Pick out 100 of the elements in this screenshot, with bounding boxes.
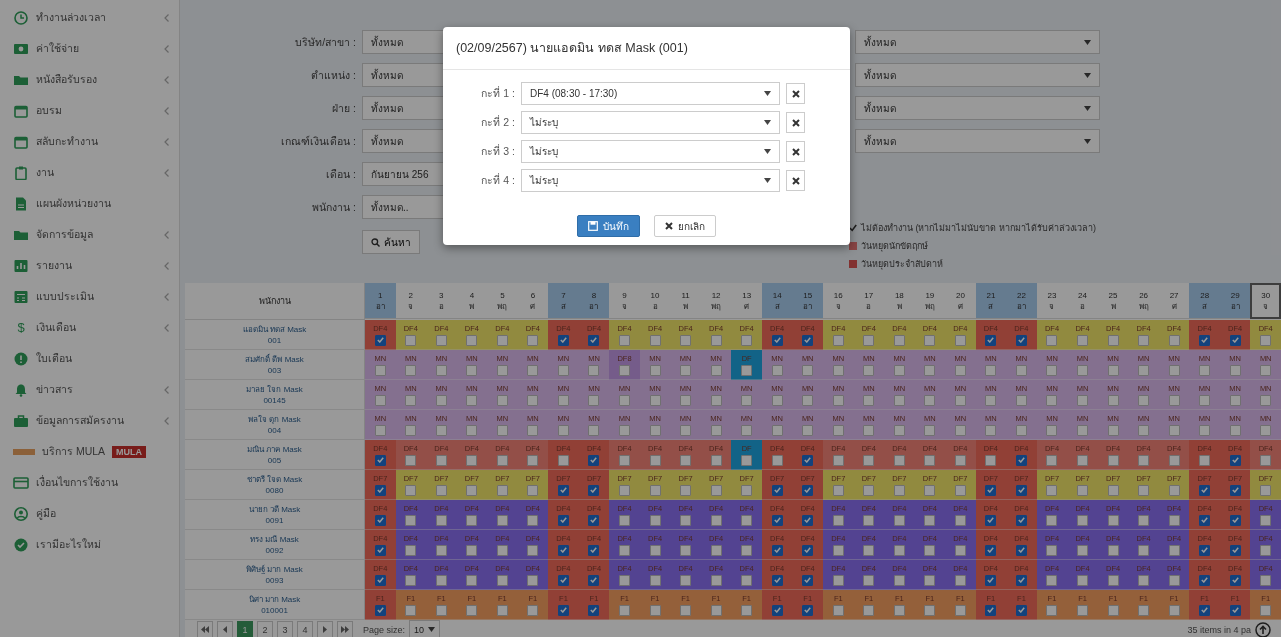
weekday-label: พ [1110, 300, 1116, 312]
employee-id: 010001 [261, 604, 288, 616]
weekday-label: พฤ [497, 300, 508, 312]
weekday-label: อ [652, 300, 658, 312]
day-number: 9 [622, 289, 627, 301]
menu-label: ค่าใช้จ่าย [36, 41, 79, 56]
day-number: 14 [772, 289, 782, 301]
menu-label: บริการ MULA [42, 444, 106, 459]
weekday-label: พ [469, 300, 475, 312]
menu-label: สลับกะทำงาน [36, 134, 98, 149]
weekday-label: ส [1202, 300, 1208, 312]
employee-id: 0092 [265, 544, 284, 556]
weekday-label: ศ [744, 300, 750, 312]
weekday-label: จ [622, 300, 628, 312]
day-number: 4 [469, 289, 475, 301]
menu-label: เรามีอะไรใหม่ [36, 537, 101, 552]
employee-id: 00145 [263, 394, 286, 406]
day-number: 19 [925, 289, 935, 301]
day-number: 27 [1169, 289, 1179, 301]
weekday-label: ส [988, 300, 994, 312]
weekday-label: อ [1080, 300, 1086, 312]
employee-name: พิศิษฐ์ มาก Mask [246, 563, 303, 575]
employee-name: พลใจ ดุก Mask [248, 413, 301, 425]
day-number: 23 [1047, 289, 1057, 301]
filter-label: พนักงาน : [311, 199, 356, 215]
menu-badge: MULA [112, 445, 147, 458]
employee-id: 0091 [265, 514, 284, 526]
employee-name: นิศา มาก Mask [248, 593, 301, 605]
day-number: 12 [711, 289, 721, 301]
menu-label: รายงาน [36, 258, 72, 273]
day-number: 29 [1230, 289, 1240, 301]
employee-name: ทรง มณี Mask [250, 533, 299, 545]
page-size-label: Page size: [363, 624, 406, 635]
weekday-label: จ [1263, 301, 1269, 312]
weekday-label: พ [683, 300, 689, 312]
day-number: 8 [591, 289, 597, 301]
menu-label: ทำงานล่วงเวลา [36, 10, 106, 25]
shift-label: กะที่ 4 : [480, 172, 515, 188]
menu-label: ใบเตือน [36, 351, 72, 366]
day-number: 25 [1108, 289, 1118, 301]
day-number: 10 [650, 289, 660, 301]
day-number: 11 [681, 289, 690, 301]
pager-summary: 35 items in 4 pa [1187, 624, 1251, 635]
weekday-label: พ [896, 300, 902, 312]
filter-label: เดือน : [325, 166, 356, 182]
weekday-label: ส [774, 300, 780, 312]
employee-name: มาลย ใจก Mask [246, 383, 303, 395]
shift-label: กะที่ 2 : [480, 114, 515, 130]
weekday-label: พฤ [924, 300, 935, 312]
day-number: 6 [530, 289, 536, 301]
employee-id: 0080 [265, 484, 284, 496]
weekday-label: จ [835, 300, 841, 312]
menu-label: หนังสือรับรอง [36, 72, 97, 87]
legend-text: ไม่ต้องทำงาน (หากไม่มาไม่นับขาด หากมาได้รับค่าล่วงเวลา) [861, 222, 1096, 235]
menu-label: แผนผังหน่วยงาน [36, 196, 111, 211]
employee-id: 0093 [265, 574, 284, 586]
day-number: 3 [439, 289, 444, 301]
employee-id: 001 [267, 334, 282, 346]
day-number: 26 [1139, 289, 1149, 301]
menu-label: เงินเดือน [36, 320, 76, 335]
weekday-label: พฤ [1138, 300, 1149, 312]
day-number: 24 [1078, 289, 1087, 301]
filter-label: เกณฑ์เงินเดือน : [280, 133, 356, 149]
menu-label: เงื่อนไขการใช้งาน [36, 474, 118, 490]
employee-name: มณิน ภาค Mask [247, 443, 302, 455]
legend-text: วันหยุดนักขัตฤกษ์ [861, 240, 928, 253]
dollar-icon: $ [13, 320, 29, 335]
day-number: 2 [408, 289, 413, 301]
dialog-title: (02/09/2567) นายแอดมิน ทดส Mask (001) [443, 27, 850, 70]
weekday-label: ส [560, 300, 566, 312]
employee-name: แอดมิน ทดส Mask [242, 323, 307, 335]
day-number: 13 [742, 289, 752, 301]
day-number: 22 [1017, 289, 1026, 301]
filter-label: ตำแหน่ง : [310, 67, 356, 83]
employee-name: นายก วดี Mask [248, 503, 301, 515]
day-number: 5 [500, 289, 505, 301]
menu-label: ข้อมูลการสมัครงาน [36, 413, 124, 429]
weekday-label: จ [1049, 300, 1055, 312]
weekday-label: อา [803, 300, 813, 312]
day-number: 15 [803, 289, 813, 301]
employee-name: ชาตรี ใจด Mask [246, 473, 303, 485]
weekday-label: อ [866, 300, 872, 312]
menu-label: แบบประเมิน [36, 289, 94, 304]
employee-name: สมศักดิ์ ดีพ Mask [245, 353, 304, 365]
shift-label: กะที่ 3 : [480, 143, 515, 159]
shift-label: กะที่ 1 : [480, 85, 515, 101]
filter-label: บริษัท/สาขา : [294, 34, 356, 50]
day-number: 18 [894, 289, 904, 301]
weekday-label: จ [408, 300, 414, 312]
weekday-label: อ [438, 300, 444, 312]
menu-label: งาน [36, 165, 54, 180]
legend-text: วันหยุดประจำสัปดาห์ [861, 258, 943, 271]
weekday-label: ศ [1171, 300, 1177, 312]
day-number: 30 [1261, 290, 1271, 301]
weekday-label: ศ [957, 300, 963, 312]
day-number: 20 [955, 289, 965, 301]
weekday-label: อา [1230, 300, 1240, 312]
employee-id: 003 [267, 364, 282, 376]
menu-label: จัดการข้อมูล [36, 227, 93, 243]
menu-label: คู่มือ [36, 506, 56, 522]
